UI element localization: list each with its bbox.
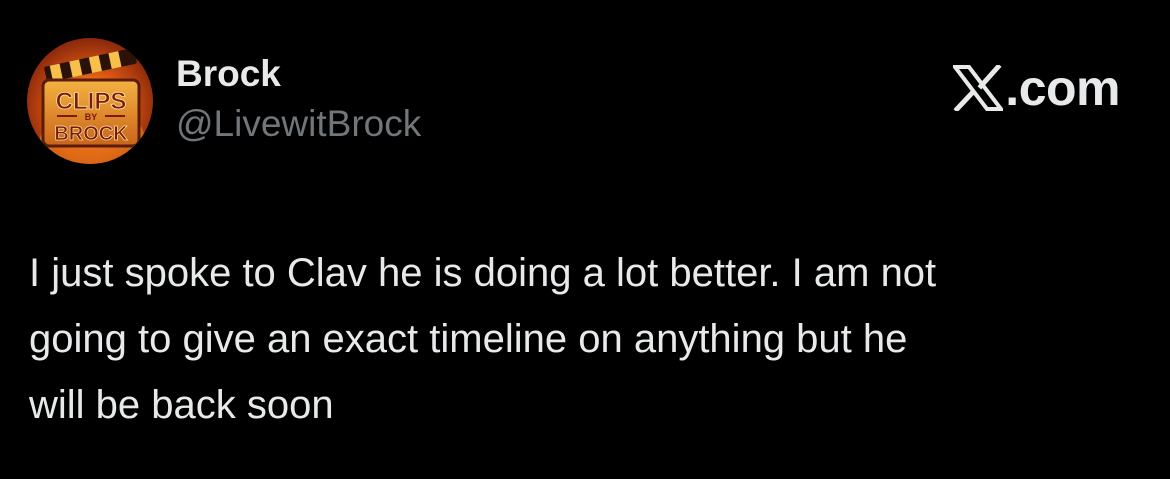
x-logo-icon xyxy=(951,63,1006,113)
avatar[interactable]: CLIPS BY BROCK xyxy=(27,38,153,164)
tweet-text-line: I just spoke to Clav he is doing a lot b… xyxy=(29,251,937,295)
author-display-name[interactable]: Brock xyxy=(176,52,281,96)
tweet-text: I just spoke to Clav he is doing a lot b… xyxy=(29,240,1139,438)
clips-by-brock-logo: CLIPS BY BROCK xyxy=(27,38,153,164)
logo-text-brock: BROCK xyxy=(54,123,128,145)
author-handle[interactable]: @LivewitBrock xyxy=(176,102,421,146)
source-domain: .com xyxy=(1005,60,1120,116)
logo-text-clips: CLIPS xyxy=(56,88,127,115)
logo-text-by: BY xyxy=(85,112,98,122)
source-label[interactable]: .com xyxy=(951,58,1120,118)
tweet-text-line: will be back soon xyxy=(29,383,334,427)
tweet-card: CLIPS BY BROCK Brock @LivewitBrock .com … xyxy=(0,0,1170,479)
tweet-text-line: going to give an exact timeline on anyth… xyxy=(29,317,908,361)
